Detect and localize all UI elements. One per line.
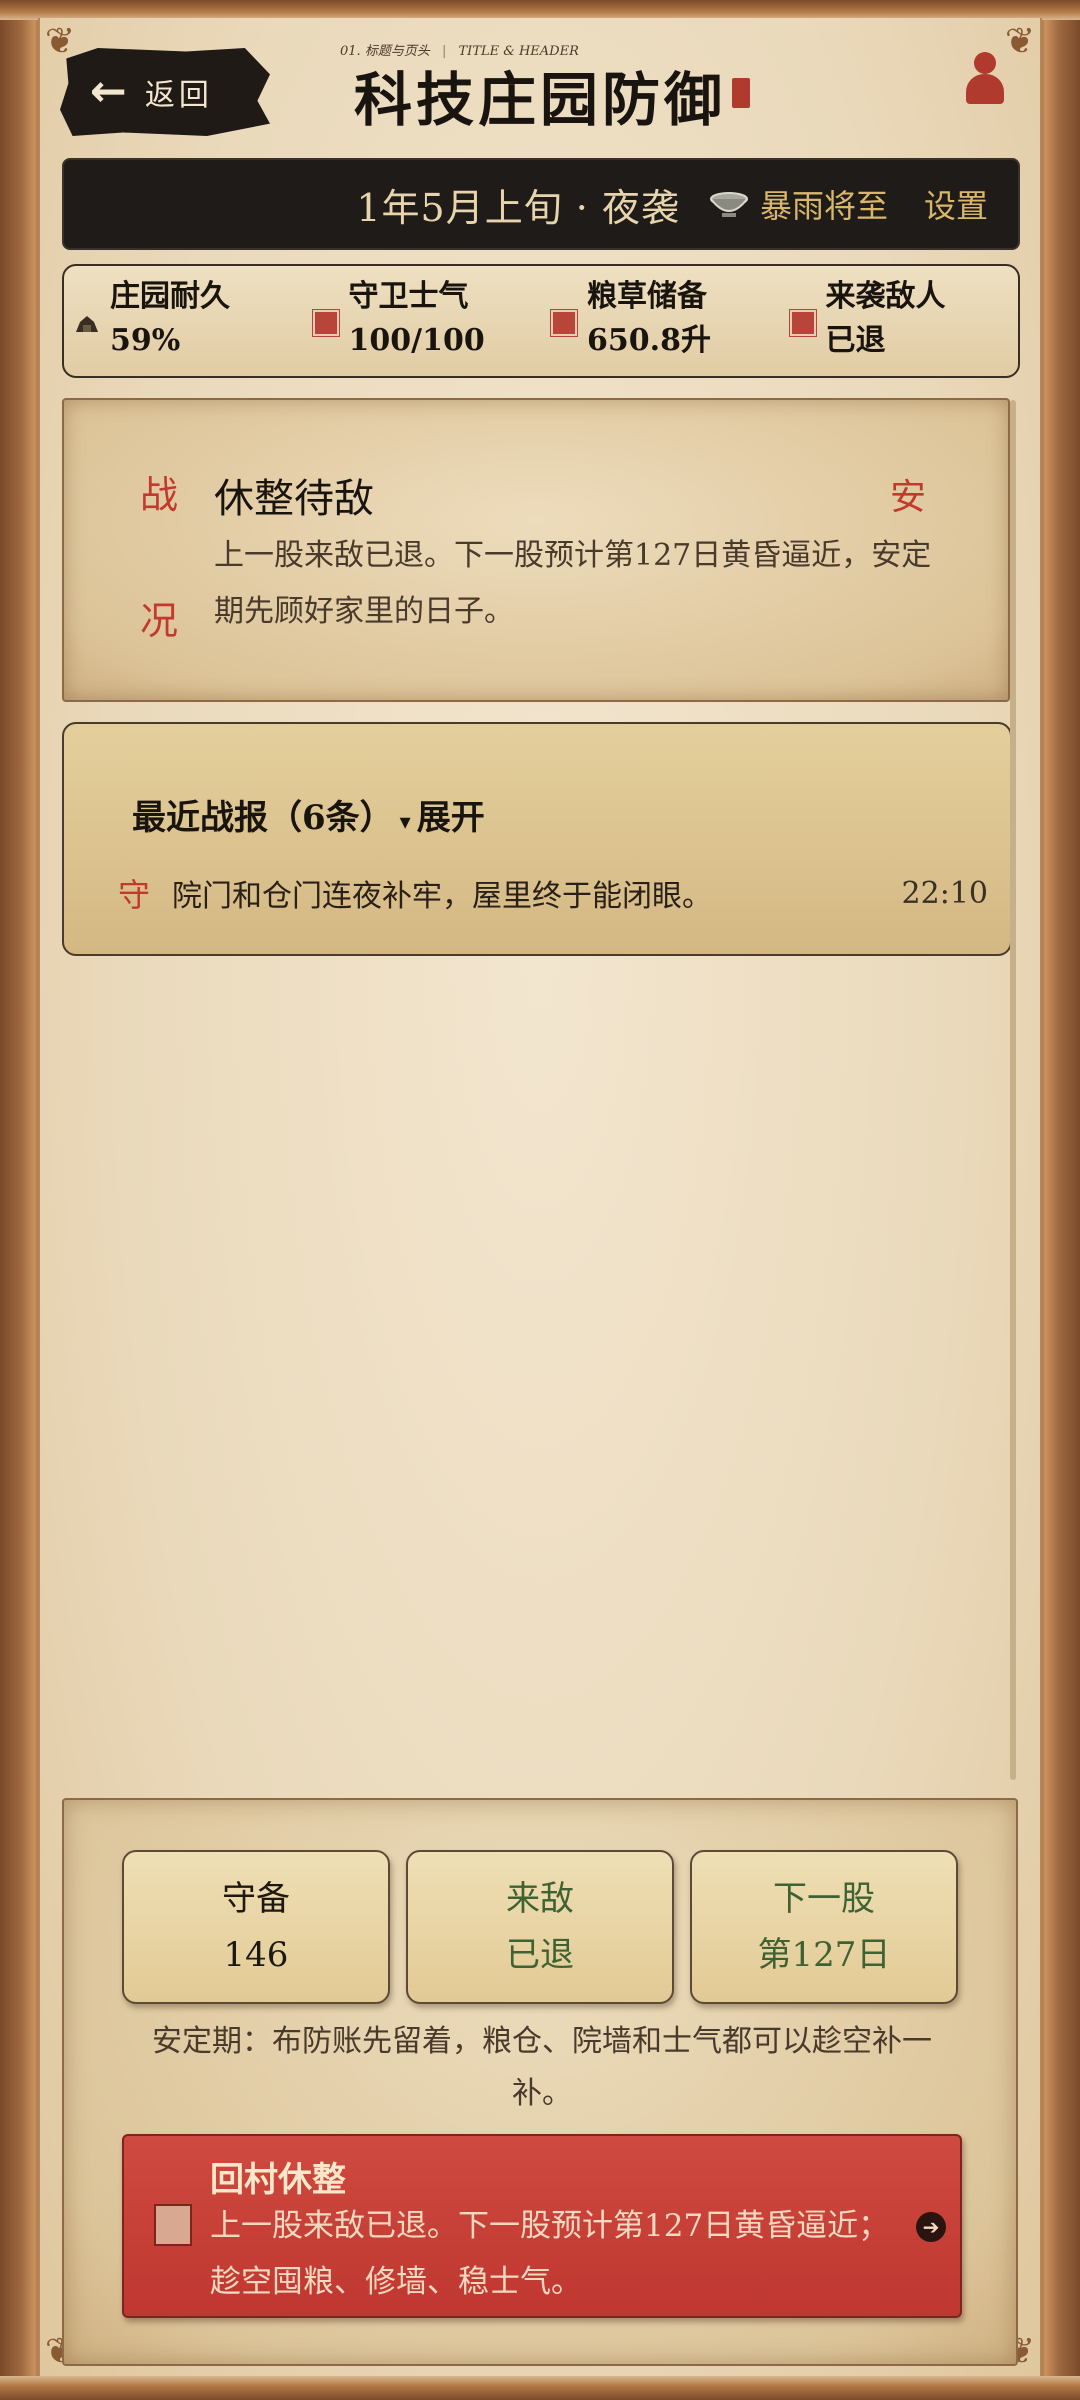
safety-badge: 安 [890,477,927,518]
summary-cards: 守备 146 来敌 已退 下一股 第127日 [122,1850,958,2004]
back-button[interactable]: ← 返回 [60,48,270,136]
stat-label: 庄园耐久 [110,279,230,314]
situation-title: 休整待敌 [214,476,374,522]
stat-label: 守卫士气 [348,279,469,314]
stat-value: 59% [110,323,181,358]
stat-manor-durability: 庄园耐久 59% [64,266,303,376]
weather-forecast[interactable]: 暴雨将至 [760,181,888,227]
action-title: 回村休整 [210,2160,346,2200]
frame-bottom-edge [0,2376,1080,2400]
situation-description: 上一股来敌已退。下一股预计第127日黄昏逼近，安定期先顾好家里的日子。 [214,538,932,629]
manor-icon [76,316,98,332]
stat-label: 粮草储备 [587,279,707,314]
battle-reports-panel: 最近战报（6条） ▾ 展开 守 院门和仓门连夜补牢，屋里终于能闭眼。 22:10 [62,722,1012,956]
reports-header: 最近战报（6条） [132,798,394,838]
stat-guard-morale: 守卫士气 100/100 [303,266,542,376]
return-village-button[interactable]: 回村休整 上一股来敌已退。下一股预计第127日黄昏逼近；趁空囤粮、修墙、稳士气。… [122,2134,962,2318]
frame-top-edge [0,0,1080,20]
stability-note: 安定期：布防账先留着，粮仓、院墙和士气都可以趁空补一补。 [152,2024,932,2111]
report-item[interactable]: 守 院门和仓门连夜补牢，屋里终于能闭眼。 22:10 [118,870,988,916]
reports-toggle[interactable]: 最近战报（6条） ▾ 展开 [132,790,485,839]
action-description: 上一股来敌已退。下一股预计第127日黄昏逼近；趁空囤粮、修墙、稳士气。 [210,2208,890,2300]
stat-label: 来袭敌人 [825,279,946,314]
card-label: 守备 [222,1879,290,1919]
arrow-right-icon: ➔ [916,2212,946,2242]
seal-icon [154,2204,192,2246]
section-number: 01. [340,44,361,59]
date-phase: 1年5月上旬 · 夜袭 [356,185,680,230]
stat-incoming-enemy: 来袭敌人 已退 [780,266,1019,376]
page-title: 科技庄园防御 [353,66,726,134]
seal-icon [550,309,578,337]
scrollbar[interactable] [1010,400,1016,1780]
card-value: 146 [223,1935,289,1975]
card-enemy[interactable]: 来敌 已退 [406,1850,674,2004]
section-title-en: TITLE & HEADER [458,44,579,59]
stat-value: 100/100 [348,323,485,358]
seal-icon [311,309,340,337]
section-title-cn: 标题与页头 [364,44,430,59]
avatar[interactable] [964,52,1004,110]
triangle-down-icon: ▾ [399,809,411,835]
card-value: 已退 [506,1935,574,1975]
stat-value: 650.8升 [587,323,711,358]
back-label: 返回 [144,78,213,113]
report-time: 22:10 [901,875,988,911]
stat-value: 已退 [825,323,886,358]
expand-label: 展开 [416,798,485,838]
situation-tag-bottom: 况 [140,599,179,643]
title-seal-icon [732,78,750,108]
card-defense[interactable]: 守备 146 [122,1850,390,2004]
avatar-head-icon [974,52,996,74]
bowl-icon [709,192,748,217]
situation-tag-top: 战 [140,473,179,517]
report-text: 院门和仓门连夜补牢，屋里终于能闭眼。 [172,879,712,914]
report-tag: 守 [118,876,151,914]
settings-button[interactable]: 设置 [924,181,988,227]
seal-icon [788,309,817,337]
divider: | [441,44,447,59]
header-caption: 01. 标题与页头 | TITLE & HEADER [340,40,579,59]
avatar-body-icon [966,74,1004,104]
card-label: 下一股 [773,1879,875,1919]
stats-panel: 庄园耐久 59% 守卫士气 100/100 粮草储备 650.8升 来袭敌人 已… [62,264,1020,378]
back-arrow-icon: ← [90,66,127,117]
summary-panel: 守备 146 来敌 已退 下一股 第127日 安定期：布防账先留着，粮仓、院墙和… [62,1798,1018,2366]
stat-grain-reserve: 粮草储备 650.8升 [541,266,780,376]
status-bar: 1年5月上旬 · 夜袭 暴雨将至 设置 [62,158,1020,250]
card-next-wave[interactable]: 下一股 第127日 [690,1850,958,2004]
card-label: 来敌 [506,1879,574,1919]
corner-ornament-icon: ❦ [1004,21,1036,62]
battle-situation-panel: 战 况 休整待敌 安 上一股来敌已退。下一股预计第127日黄昏逼近，安定期先顾好… [62,398,1010,702]
card-value: 第127日 [757,1935,891,1975]
